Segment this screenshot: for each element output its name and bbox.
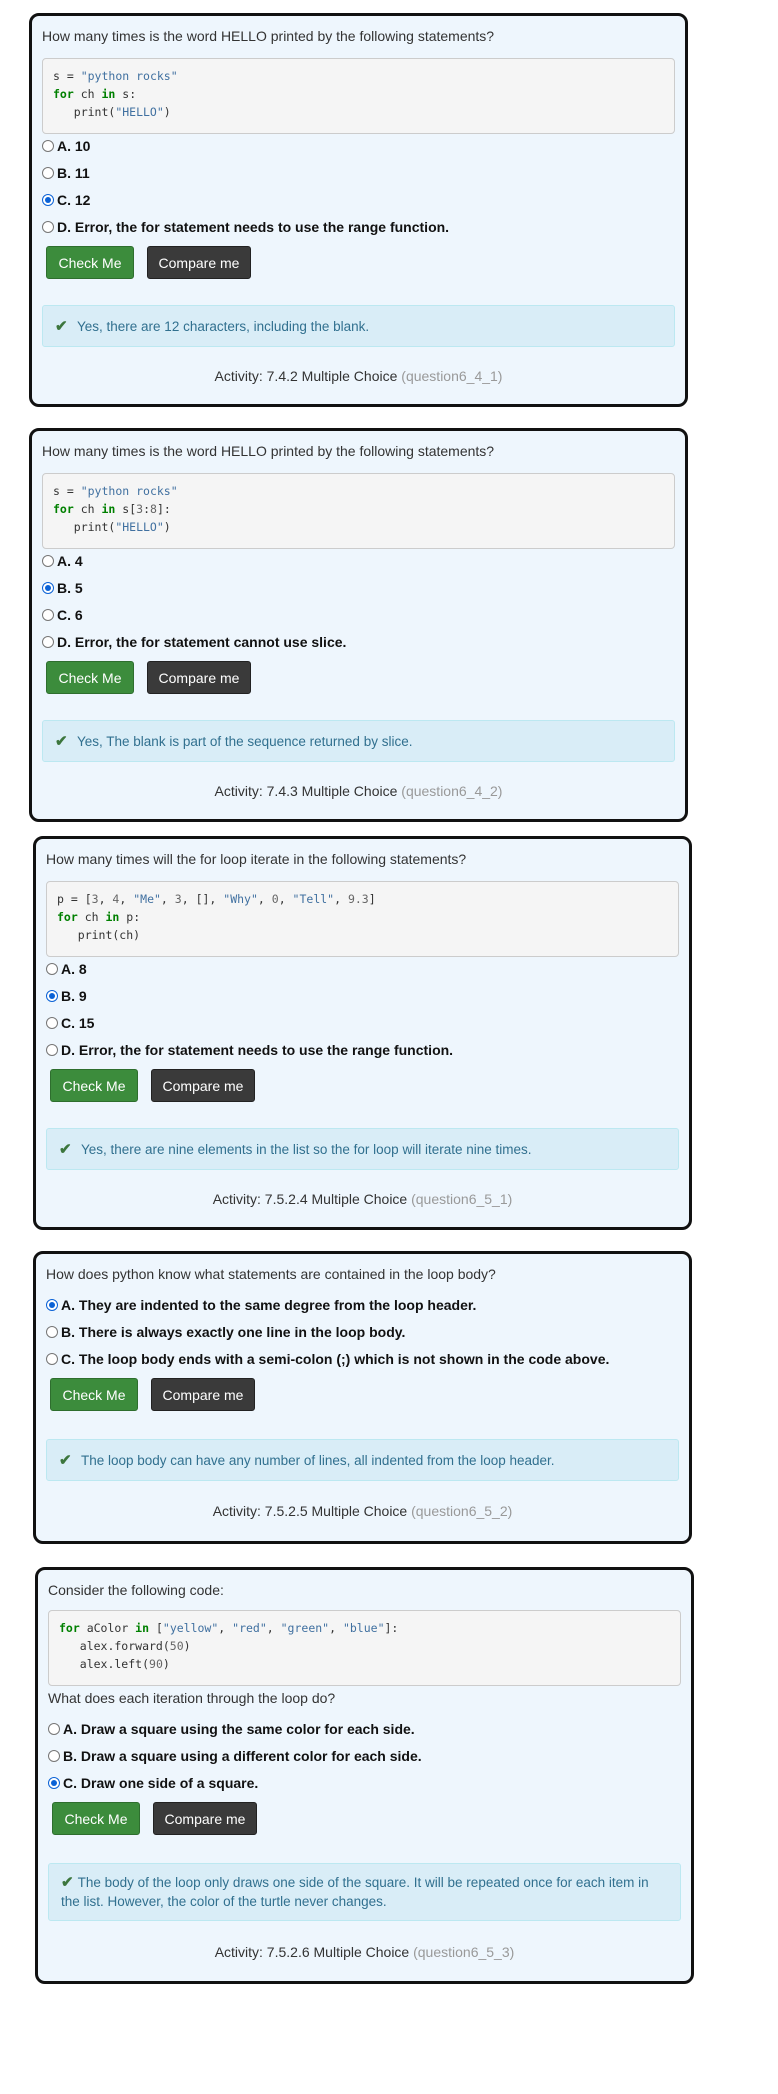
option-a[interactable]: A. 10 (42, 138, 90, 154)
question-text: How does python know what statements are… (46, 1266, 496, 1282)
option-label: D. Error, the for statement needs to use… (57, 219, 450, 235)
option-label: D. Error, the for statement needs to use… (61, 1042, 454, 1058)
compare-me-button[interactable]: Compare me (147, 661, 251, 694)
radio-button[interactable] (46, 1044, 58, 1056)
option-d[interactable]: D. Error, the for statement needs to use… (46, 1042, 453, 1058)
feedback-text: Yes, The blank is part of the sequence r… (77, 734, 413, 749)
feedback-box: ✔ Yes, The blank is part of the sequence… (42, 720, 675, 762)
option-label: C. 15 (61, 1015, 95, 1031)
radio-button[interactable] (48, 1723, 60, 1735)
option-label: B. 9 (61, 988, 87, 1004)
activity-label: Activity: 7.4.3 Multiple Choice (questio… (214, 783, 503, 799)
option-c[interactable]: C. 12 (42, 192, 90, 208)
checkmark-icon: ✔ (61, 1874, 74, 1891)
question-text: Consider the following code: (48, 1582, 224, 1598)
code-block: s = "python rocks" for ch in s: print("H… (42, 58, 675, 134)
question-card-5: Consider the following code: for aColor … (35, 1567, 694, 1984)
code-block: p = [3, 4, "Me", 3, [], "Why", 0, "Tell"… (46, 881, 679, 957)
option-c[interactable]: C. The loop body ends with a semi-colon … (46, 1351, 609, 1367)
option-label: C. 12 (57, 192, 91, 208)
compare-me-button[interactable]: Compare me (151, 1378, 255, 1411)
compare-me-button[interactable]: Compare me (147, 246, 251, 279)
checkmark-icon: ✔ (59, 1141, 72, 1158)
check-me-button[interactable]: Check Me (50, 1069, 138, 1102)
question-card-1: How many times is the word HELLO printed… (29, 13, 688, 407)
option-c[interactable]: C. 15 (46, 1015, 94, 1031)
radio-button[interactable] (42, 167, 54, 179)
checkmark-icon: ✔ (55, 318, 68, 335)
check-me-button[interactable]: Check Me (46, 661, 134, 694)
radio-button-selected[interactable] (42, 582, 54, 594)
option-d[interactable]: D. Error, the for statement needs to use… (42, 219, 449, 235)
option-label: A. Draw a square using the same color fo… (63, 1721, 415, 1737)
question-card-2: How many times is the word HELLO printed… (29, 428, 688, 822)
option-label: A. 8 (61, 961, 87, 977)
activity-label: Activity: 7.5.2.5 Multiple Choice (quest… (212, 1503, 513, 1519)
option-b[interactable]: B. 9 (46, 988, 87, 1004)
option-label: B. There is always exactly one line in t… (61, 1324, 406, 1340)
option-label: A. 4 (57, 553, 83, 569)
option-c[interactable]: C. Draw one side of a square. (48, 1775, 258, 1791)
question-text: How many times is the word HELLO printed… (42, 443, 495, 459)
option-a[interactable]: A. Draw a square using the same color fo… (48, 1721, 415, 1737)
option-b[interactable]: B. 5 (42, 580, 83, 596)
radio-button-selected[interactable] (46, 990, 58, 1002)
option-c[interactable]: C. 6 (42, 607, 83, 623)
radio-button[interactable] (46, 1017, 58, 1029)
question-card-4: How does python know what statements are… (33, 1251, 692, 1544)
radio-button[interactable] (46, 1326, 58, 1338)
feedback-text: Yes, there are nine elements in the list… (81, 1142, 532, 1157)
code-block: for aColor in ["yellow", "red", "green",… (48, 1610, 681, 1686)
radio-button[interactable] (42, 221, 54, 233)
option-b[interactable]: B. There is always exactly one line in t… (46, 1324, 405, 1340)
feedback-text: The loop body can have any number of lin… (81, 1453, 555, 1468)
radio-button[interactable] (46, 1353, 58, 1365)
radio-button[interactable] (42, 555, 54, 567)
option-a[interactable]: A. 8 (46, 961, 87, 977)
radio-button[interactable] (42, 636, 54, 648)
activity-label: Activity: 7.5.2.6 Multiple Choice (quest… (214, 1944, 515, 1960)
checkmark-icon: ✔ (55, 733, 68, 750)
option-b[interactable]: B. Draw a square using a different color… (48, 1748, 422, 1764)
radio-button-selected[interactable] (48, 1777, 60, 1789)
option-label: C. The loop body ends with a semi-colon … (61, 1351, 610, 1367)
activity-label: Activity: 7.4.2 Multiple Choice (questio… (214, 368, 503, 384)
radio-button[interactable] (46, 963, 58, 975)
radio-button[interactable] (48, 1750, 60, 1762)
feedback-box: ✔ The loop body can have any number of l… (46, 1439, 679, 1481)
option-d[interactable]: D. Error, the for statement cannot use s… (42, 634, 346, 650)
check-me-button[interactable]: Check Me (46, 246, 134, 279)
option-label: B. Draw a square using a different color… (63, 1748, 422, 1764)
option-label: C. Draw one side of a square. (63, 1775, 259, 1791)
check-me-button[interactable]: Check Me (50, 1378, 138, 1411)
check-me-button[interactable]: Check Me (52, 1802, 140, 1835)
option-label: C. 6 (57, 607, 83, 623)
question-text: How many times will the for loop iterate… (46, 851, 467, 867)
feedback-text: The body of the loop only draws one side… (61, 1875, 649, 1909)
feedback-text: Yes, there are 12 characters, including … (77, 319, 370, 334)
feedback-box: ✔ Yes, there are 12 characters, includin… (42, 305, 675, 347)
question-card-3: How many times will the for loop iterate… (33, 836, 692, 1230)
radio-button-selected[interactable] (42, 194, 54, 206)
option-b[interactable]: B. 11 (42, 165, 90, 181)
radio-button[interactable] (42, 609, 54, 621)
option-a[interactable]: A. 4 (42, 553, 83, 569)
code-block: s = "python rocks" for ch in s[3:8]: pri… (42, 473, 675, 549)
option-label: B. 5 (57, 580, 83, 596)
option-a[interactable]: A. They are indented to the same degree … (46, 1297, 476, 1313)
compare-me-button[interactable]: Compare me (153, 1802, 257, 1835)
option-label: A. 10 (57, 138, 91, 154)
option-label: B. 11 (57, 165, 90, 181)
checkmark-icon: ✔ (59, 1452, 72, 1469)
feedback-box: ✔ The body of the loop only draws one sid… (48, 1863, 681, 1921)
compare-me-button[interactable]: Compare me (151, 1069, 255, 1102)
option-label: D. Error, the for statement cannot use s… (57, 634, 347, 650)
activity-label: Activity: 7.5.2.4 Multiple Choice (quest… (212, 1191, 513, 1207)
feedback-box: ✔ Yes, there are nine elements in the li… (46, 1128, 679, 1170)
radio-button-selected[interactable] (46, 1299, 58, 1311)
option-label: A. They are indented to the same degree … (61, 1297, 477, 1313)
question-text-2: What does each iteration through the loo… (48, 1690, 336, 1706)
question-text: How many times is the word HELLO printed… (42, 28, 495, 44)
radio-button[interactable] (42, 140, 54, 152)
